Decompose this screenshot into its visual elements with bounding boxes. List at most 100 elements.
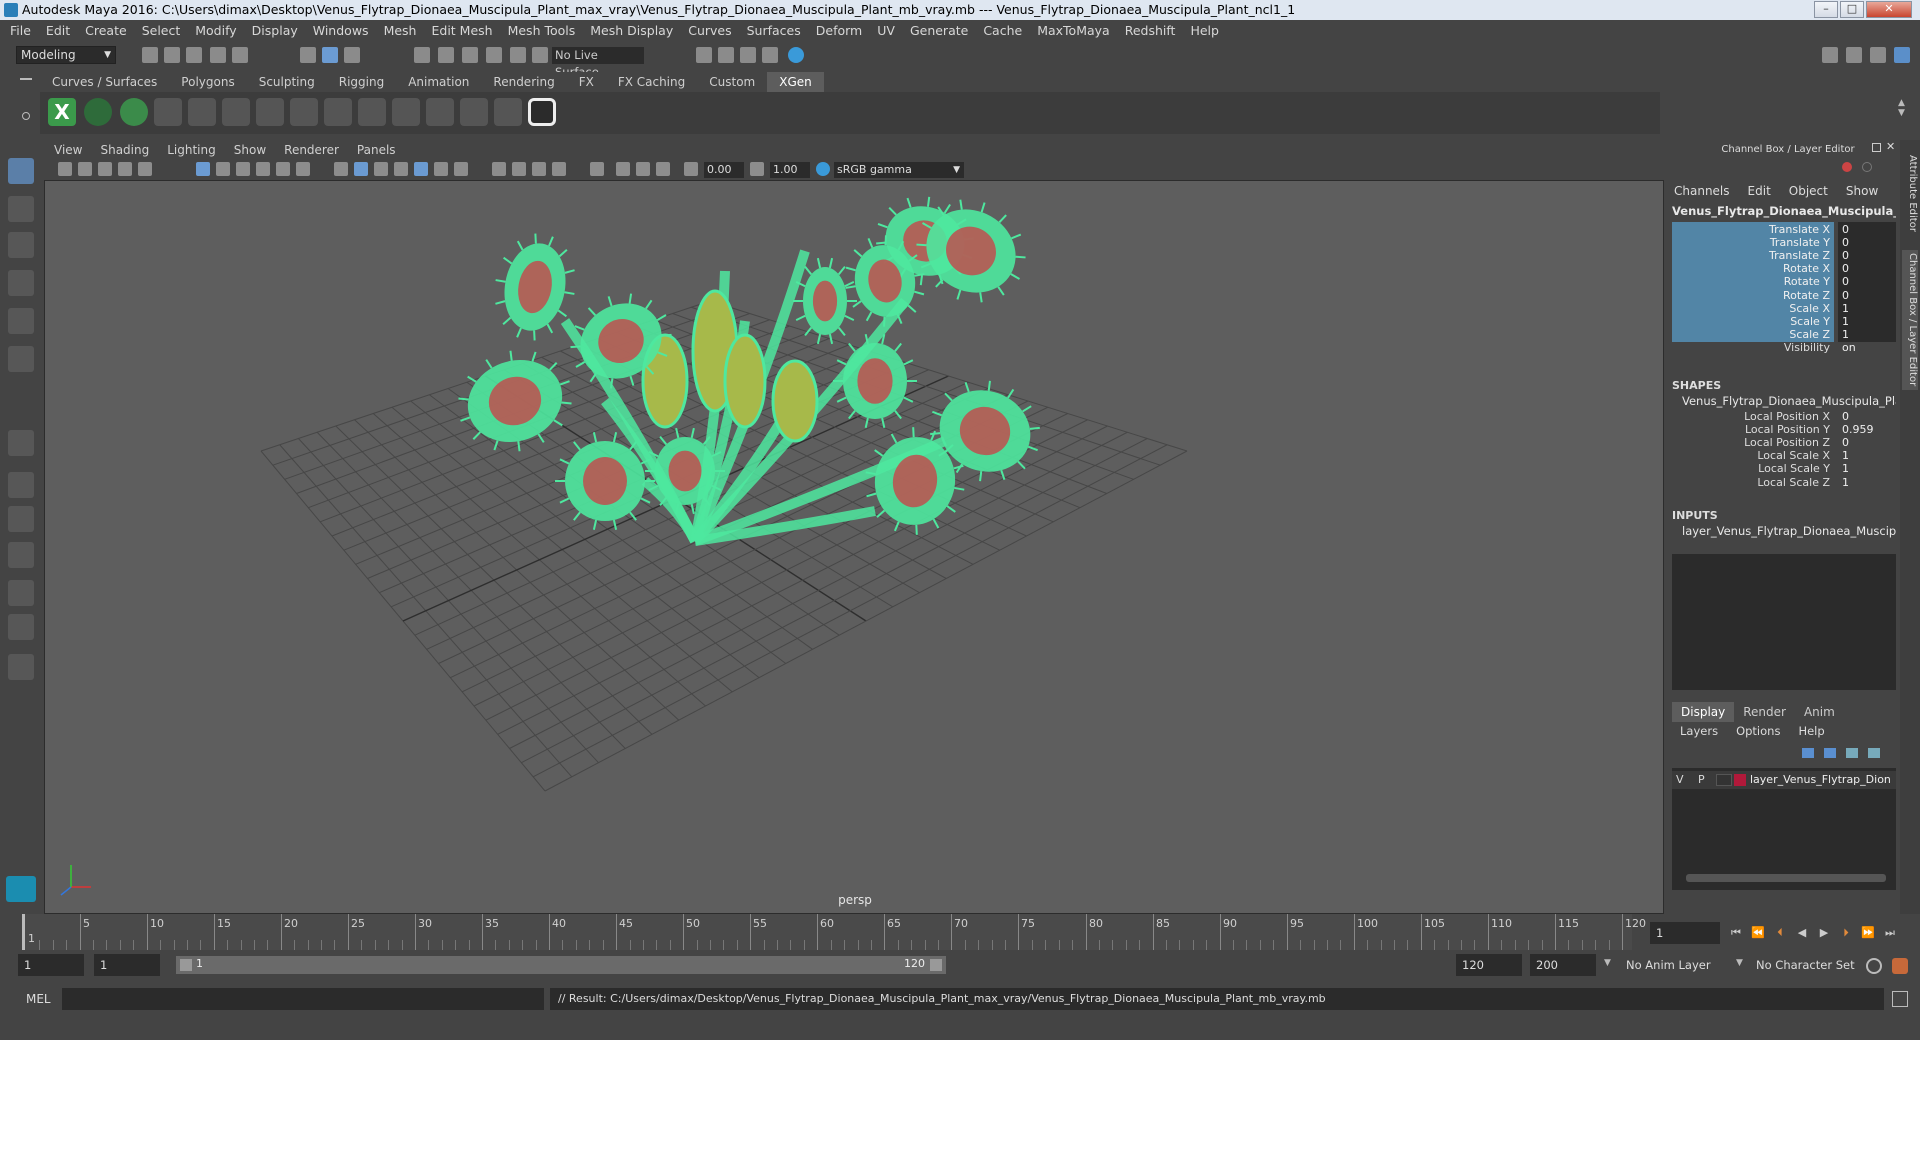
motion-blur-icon[interactable] bbox=[532, 162, 546, 176]
grease-pencil-icon[interactable] bbox=[118, 162, 132, 176]
xgen-primitive-icon[interactable] bbox=[120, 98, 148, 126]
menu-deform[interactable]: Deform bbox=[816, 23, 862, 38]
channel-menu-show[interactable]: Show bbox=[1846, 184, 1878, 198]
smooth-shade-icon[interactable] bbox=[354, 162, 368, 176]
venus-flytrap-mesh[interactable] bbox=[444, 181, 1054, 546]
new-layer-selected-icon[interactable] bbox=[1868, 748, 1880, 758]
tool-settings-toggle-icon[interactable] bbox=[1870, 47, 1886, 63]
anim-prefs-icon[interactable] bbox=[1892, 958, 1908, 974]
render-frame-icon[interactable] bbox=[718, 47, 734, 63]
menu-edit-mesh[interactable]: Edit Mesh bbox=[431, 23, 492, 38]
shelf-tab-custom[interactable]: Custom bbox=[697, 72, 767, 92]
shelf-tab-xgen[interactable]: XGen bbox=[767, 72, 824, 92]
layer-menu-help[interactable]: Help bbox=[1798, 724, 1824, 738]
step-back-key-icon[interactable]: ⏴ bbox=[1772, 926, 1788, 940]
rotate-tool-icon[interactable] bbox=[8, 308, 34, 334]
menu-select[interactable]: Select bbox=[142, 23, 181, 38]
snap-curve-icon[interactable] bbox=[438, 47, 454, 63]
viewport-menu-show[interactable]: Show bbox=[234, 143, 266, 157]
layout-four-view-icon[interactable] bbox=[8, 472, 34, 498]
xgen-scale-icon[interactable] bbox=[460, 98, 488, 126]
layer-menu-layers[interactable]: Layers bbox=[1680, 724, 1718, 738]
channel-key-icon[interactable] bbox=[1842, 162, 1852, 172]
default-material-icon[interactable] bbox=[374, 162, 388, 176]
current-frame-field[interactable]: 1 bbox=[1650, 922, 1720, 944]
camera-bookmark-icon[interactable] bbox=[78, 162, 92, 176]
select-by-object-icon[interactable] bbox=[322, 47, 338, 63]
xgen-preview-icon[interactable] bbox=[84, 98, 112, 126]
ipr-render-icon[interactable] bbox=[740, 47, 756, 63]
shelf-tab-curves-surfaces[interactable]: Curves / Surfaces bbox=[40, 72, 169, 92]
range-slider[interactable]: 1 120 bbox=[176, 956, 946, 974]
menu-file[interactable]: File bbox=[10, 23, 31, 38]
play-forward-icon[interactable]: ▶ bbox=[1816, 926, 1832, 940]
image-plane-icon[interactable] bbox=[98, 162, 112, 176]
maximize-button[interactable]: □ bbox=[1840, 1, 1864, 18]
anim-layer-field[interactable]: No Anim Layer bbox=[1620, 954, 1736, 976]
attr-value[interactable]: 1 bbox=[1838, 475, 1896, 490]
close-panel-icon[interactable]: ✕ bbox=[1886, 140, 1895, 153]
scene-canvas[interactable] bbox=[45, 181, 1664, 914]
layout-hypershade-icon[interactable] bbox=[8, 614, 34, 640]
channel-box-toggle-icon[interactable] bbox=[1894, 47, 1910, 63]
xgen-sculpt-guide-icon[interactable] bbox=[222, 98, 250, 126]
shelf-menu-icon[interactable] bbox=[20, 78, 32, 80]
xgen-groom-icon[interactable] bbox=[358, 98, 386, 126]
channel-lock-icon[interactable] bbox=[1862, 162, 1872, 172]
safe-action-icon[interactable] bbox=[296, 162, 310, 176]
paint-select-icon[interactable] bbox=[8, 232, 34, 258]
input-name[interactable]: layer_Venus_Flytrap_Dionaea_Muscipu... bbox=[1682, 524, 1896, 538]
layer-tab-render[interactable]: Render bbox=[1734, 702, 1795, 722]
gamma-field[interactable]: 1.00 bbox=[770, 162, 810, 178]
xgen-bend-icon[interactable] bbox=[290, 98, 318, 126]
layer-tab-anim[interactable]: Anim bbox=[1795, 702, 1844, 722]
2d-pan-icon[interactable] bbox=[138, 162, 152, 176]
menu-display[interactable]: Display bbox=[252, 23, 298, 38]
menu-modify[interactable]: Modify bbox=[195, 23, 236, 38]
wireframe-icon[interactable] bbox=[334, 162, 348, 176]
attr-value[interactable]: on bbox=[1838, 340, 1896, 355]
layer-tab-display[interactable]: Display bbox=[1672, 702, 1735, 722]
ambient-occlusion-icon[interactable] bbox=[512, 162, 526, 176]
channel-menu-channels[interactable]: Channels bbox=[1674, 184, 1730, 198]
xgen-lock-icon[interactable] bbox=[256, 98, 284, 126]
gamma-icon[interactable] bbox=[750, 162, 764, 176]
scale-tool-icon[interactable] bbox=[8, 346, 34, 372]
selected-object-name[interactable]: Venus_Flytrap_Dionaea_Muscipula_Plan... bbox=[1672, 204, 1896, 218]
menu-generate[interactable]: Generate bbox=[910, 23, 968, 38]
layout-icon[interactable] bbox=[1822, 47, 1838, 63]
xgen-add-guide-icon[interactable] bbox=[188, 98, 216, 126]
menu-mesh-display[interactable]: Mesh Display bbox=[590, 23, 673, 38]
shelf-tab-fx-caching[interactable]: FX Caching bbox=[606, 72, 697, 92]
new-scene-icon[interactable] bbox=[142, 47, 158, 63]
xgen-delete-icon[interactable] bbox=[494, 98, 522, 126]
layer-color-swatch[interactable] bbox=[1734, 774, 1746, 786]
move-tool-icon[interactable] bbox=[8, 270, 34, 296]
layer-visibility-toggle[interactable]: V bbox=[1676, 773, 1684, 786]
step-forward-key-icon[interactable]: ⏵ bbox=[1838, 926, 1854, 940]
menu-create[interactable]: Create bbox=[85, 23, 127, 38]
gate-mask-icon[interactable] bbox=[256, 162, 270, 176]
viewport-menu-renderer[interactable]: Renderer bbox=[284, 143, 339, 157]
select-by-hierarchy-icon[interactable] bbox=[300, 47, 316, 63]
shelf-tab-sculpting[interactable]: Sculpting bbox=[247, 72, 327, 92]
channel-box-tab[interactable]: Channel Box / Layer Editor bbox=[1902, 250, 1918, 390]
layout-graph-icon[interactable] bbox=[8, 580, 34, 606]
lasso-tool-icon[interactable] bbox=[8, 196, 34, 222]
textured-icon[interactable] bbox=[414, 162, 428, 176]
layout-options-icon[interactable] bbox=[8, 654, 34, 680]
channel-menu-object[interactable]: Object bbox=[1789, 184, 1828, 198]
attribute-editor-toggle-icon[interactable] bbox=[1846, 47, 1862, 63]
shelf-tab-polygons[interactable]: Polygons bbox=[169, 72, 246, 92]
attr-row-visibility[interactable]: Visibility on bbox=[1672, 340, 1896, 355]
close-button[interactable]: ✕ bbox=[1866, 1, 1912, 18]
xgen-place-guide-icon[interactable] bbox=[154, 98, 182, 126]
live-surface-field[interactable]: No Live Surface bbox=[552, 47, 644, 79]
exposure-field[interactable]: 0.00 bbox=[704, 162, 744, 178]
viewport-menu-view[interactable]: View bbox=[54, 143, 82, 157]
select-by-component-icon[interactable] bbox=[344, 47, 360, 63]
isolate-select-icon[interactable] bbox=[590, 162, 604, 176]
character-set-field[interactable]: No Character Set bbox=[1750, 954, 1866, 976]
layer-playback-toggle[interactable]: P bbox=[1698, 773, 1705, 786]
layout-outliner-icon[interactable] bbox=[8, 542, 34, 568]
